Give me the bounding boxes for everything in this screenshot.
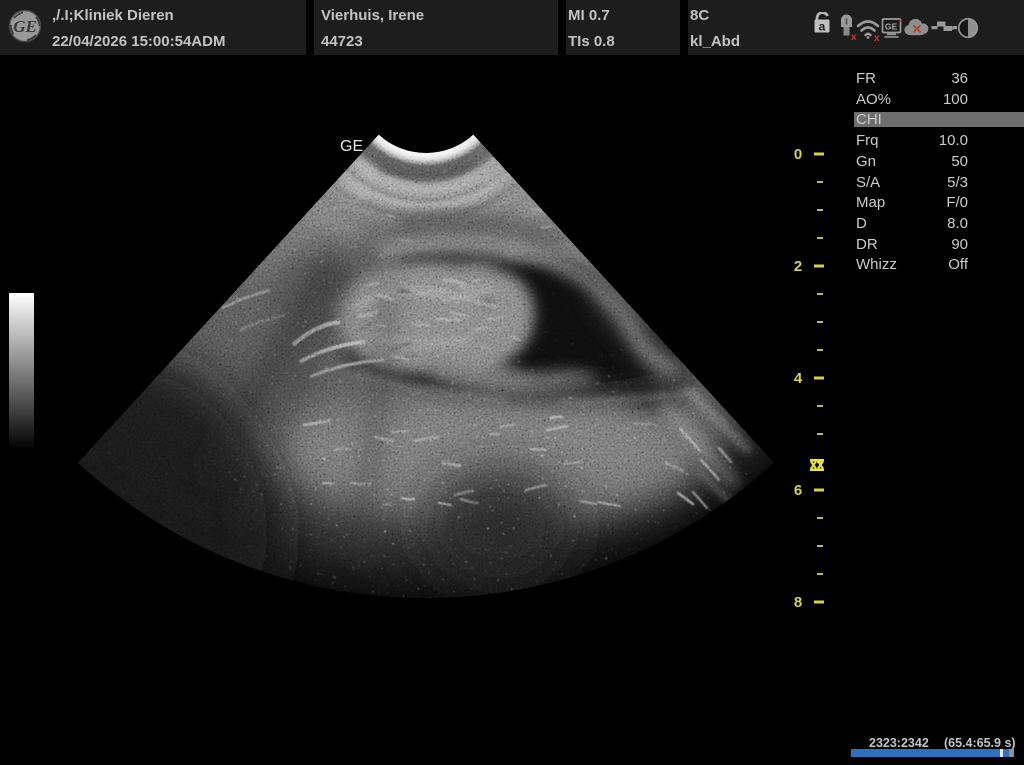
svg-text:0: 0	[794, 146, 802, 163]
svg-text:4: 4	[794, 370, 803, 387]
svg-text:2: 2	[794, 258, 802, 275]
svg-text:6: 6	[794, 482, 802, 499]
svg-text:8: 8	[794, 594, 802, 611]
